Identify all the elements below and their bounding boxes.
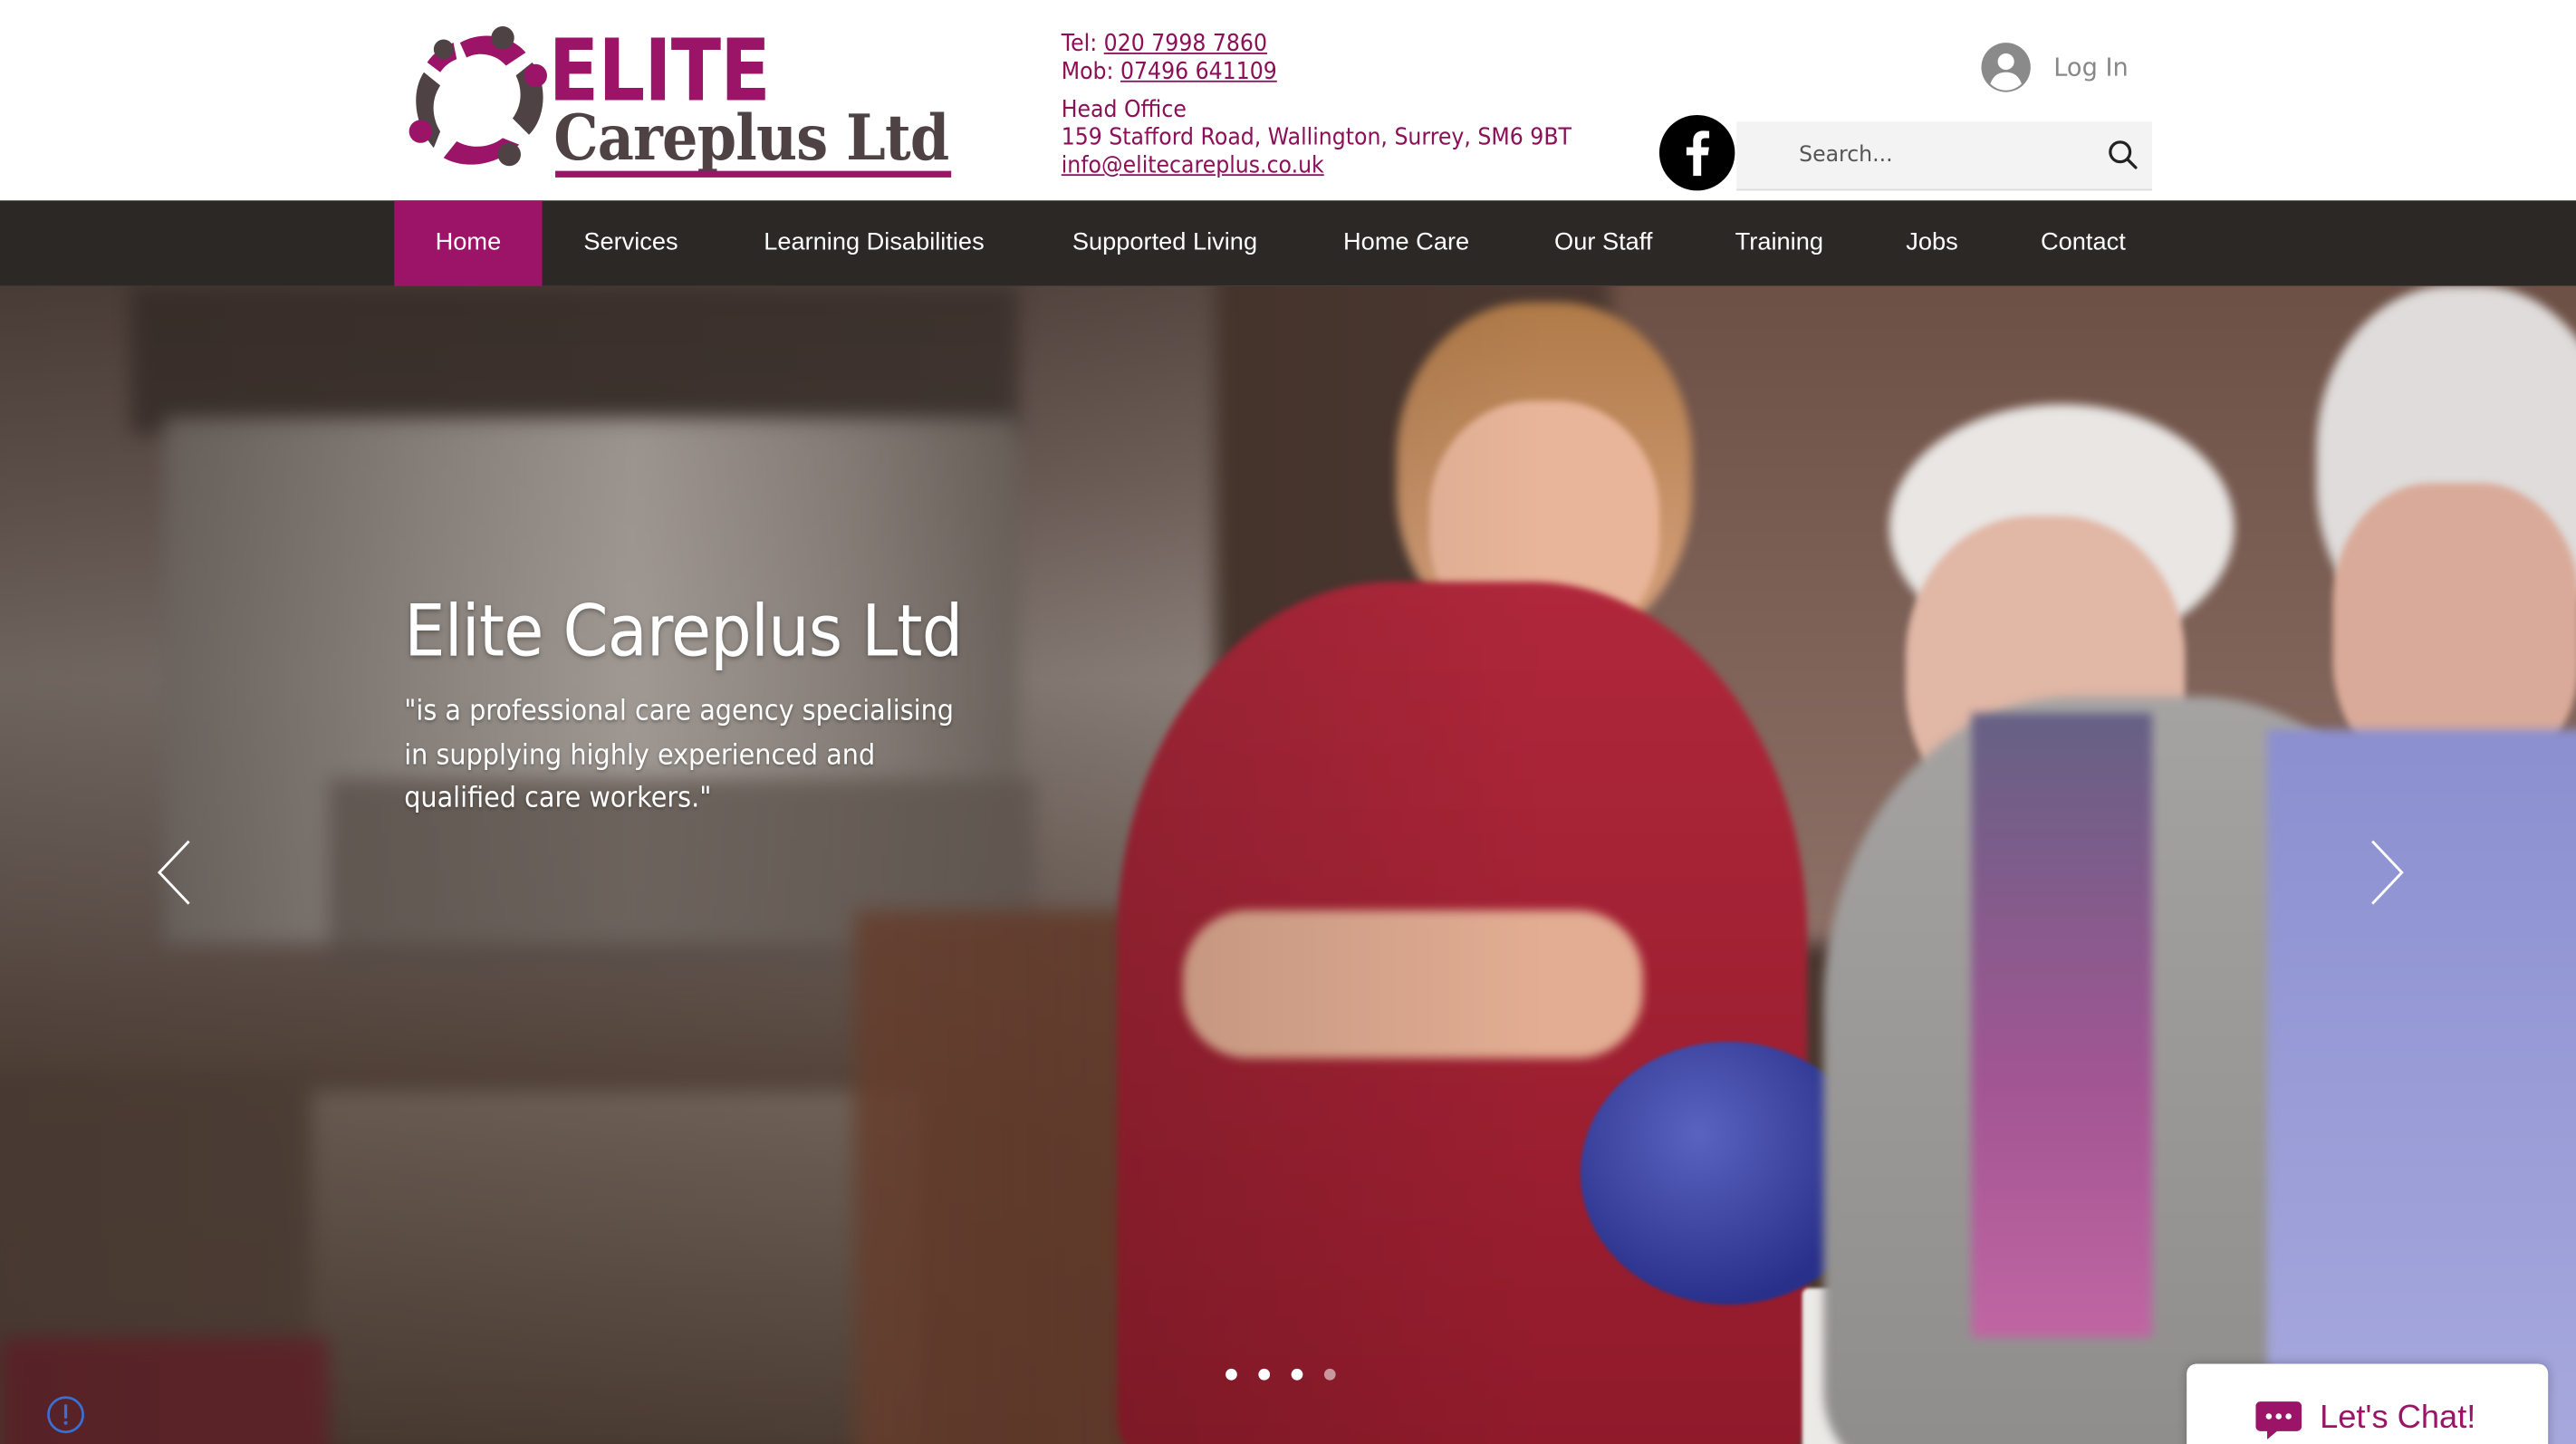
- search-input[interactable]: [1799, 134, 2095, 175]
- mob-link[interactable]: 07496 641109: [1120, 59, 1277, 85]
- slide-dot-1[interactable]: [1226, 1368, 1237, 1381]
- chevron-left-icon[interactable]: [153, 838, 196, 907]
- nav-item-home-care[interactable]: Home Care: [1324, 200, 1488, 285]
- mob-row: Mob: 07496 641109: [1062, 59, 1572, 87]
- facebook-icon: [1686, 130, 1710, 177]
- chat-label: Let's Chat!: [2320, 1400, 2476, 1437]
- nav-item-services[interactable]: Services: [559, 200, 704, 285]
- chat-bubble-icon: [2255, 1401, 2302, 1439]
- contact-info: Tel: 020 7998 7860 Mob: 07496 641109 Hea…: [1062, 31, 1572, 180]
- facebook-link[interactable]: [1658, 114, 1735, 191]
- search-icon[interactable]: [2106, 138, 2139, 170]
- chat-widget[interactable]: Let's Chat!: [2187, 1363, 2549, 1444]
- slide-dot-2[interactable]: [1258, 1368, 1271, 1381]
- hero-quote: "is a professional care agency specialis…: [404, 695, 954, 815]
- hero-slideshow: Elite Careplus Ltd "is a professional ca…: [0, 285, 2576, 1444]
- mob-label: Mob:: [1061, 59, 1121, 86]
- login-label: Log In: [2053, 53, 2129, 82]
- tel-row: Tel: 020 7998 7860: [1062, 31, 1572, 59]
- contact-spacer: [1062, 87, 1572, 97]
- page: ELITE Careplus Ltd Tel: 020 7998 7860 Mo…: [0, 0, 2576, 1444]
- hero-title: Elite Careplus Ltd: [404, 591, 963, 674]
- hero-photo: [0, 285, 2576, 1444]
- nav-item-our-staff[interactable]: Our Staff: [1531, 200, 1676, 285]
- nav-item-home[interactable]: Home: [394, 200, 543, 286]
- slide-dot-3[interactable]: [1291, 1368, 1303, 1381]
- search-box: [1736, 121, 2153, 191]
- email-link[interactable]: info@elitecareplus.co.uk: [1062, 153, 1324, 179]
- main-nav: Home Services Learning Disabilities Supp…: [0, 200, 2576, 286]
- nav-item-contact[interactable]: Contact: [2017, 200, 2148, 285]
- avatar-icon: [1981, 43, 2031, 92]
- tel-link[interactable]: 020 7998 7860: [1104, 31, 1267, 57]
- logo-mark-icon: [409, 26, 547, 167]
- slide-dot-4[interactable]: [1323, 1368, 1336, 1381]
- nav-item-learning-disabilities[interactable]: Learning Disabilities: [743, 200, 1005, 285]
- nav-item-jobs[interactable]: Jobs: [1883, 200, 1982, 285]
- office-address: 159 Stafford Road, Wallington, Surrey, S…: [1061, 124, 1572, 151]
- logo-text-careplus: Careplus Ltd: [553, 100, 949, 175]
- info-icon[interactable]: [46, 1395, 86, 1435]
- chevron-right-icon[interactable]: [2366, 838, 2408, 907]
- office-label: Head Office: [1061, 97, 1187, 124]
- nav-item-training[interactable]: Training: [1716, 200, 1843, 285]
- logo-underline: [555, 170, 952, 178]
- tel-label: Tel:: [1061, 31, 1104, 58]
- nav-item-supported-living[interactable]: Supported Living: [1048, 200, 1282, 285]
- slide-indicators: [1222, 1368, 1353, 1385]
- site-logo[interactable]: ELITE Careplus Ltd: [404, 23, 963, 180]
